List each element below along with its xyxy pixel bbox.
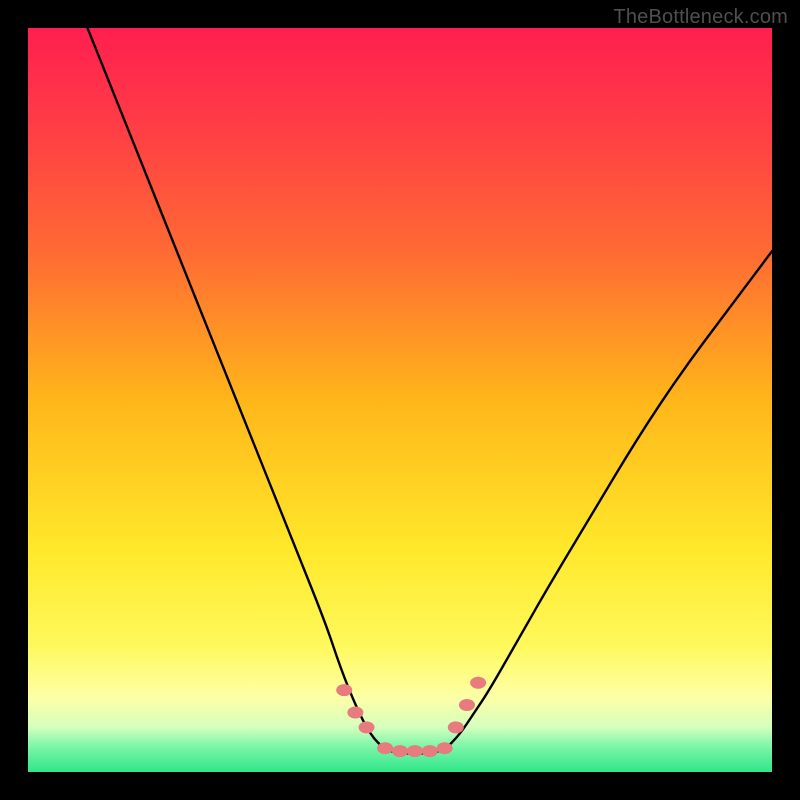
watermark-text: TheBottleneck.com [613,6,788,29]
valley-marker [459,699,475,711]
bottleneck-chart [28,28,772,772]
valley-marker [392,745,408,757]
valley-marker [422,745,438,757]
valley-marker [336,684,352,696]
valley-marker [470,677,486,689]
outer-frame: TheBottleneck.com [0,0,800,800]
gradient-background [28,28,772,772]
valley-marker [407,745,423,757]
valley-marker [437,742,453,754]
valley-marker [377,742,393,754]
valley-marker [347,706,363,718]
valley-marker [448,721,464,733]
valley-marker [359,721,375,733]
plot-area [28,28,772,772]
